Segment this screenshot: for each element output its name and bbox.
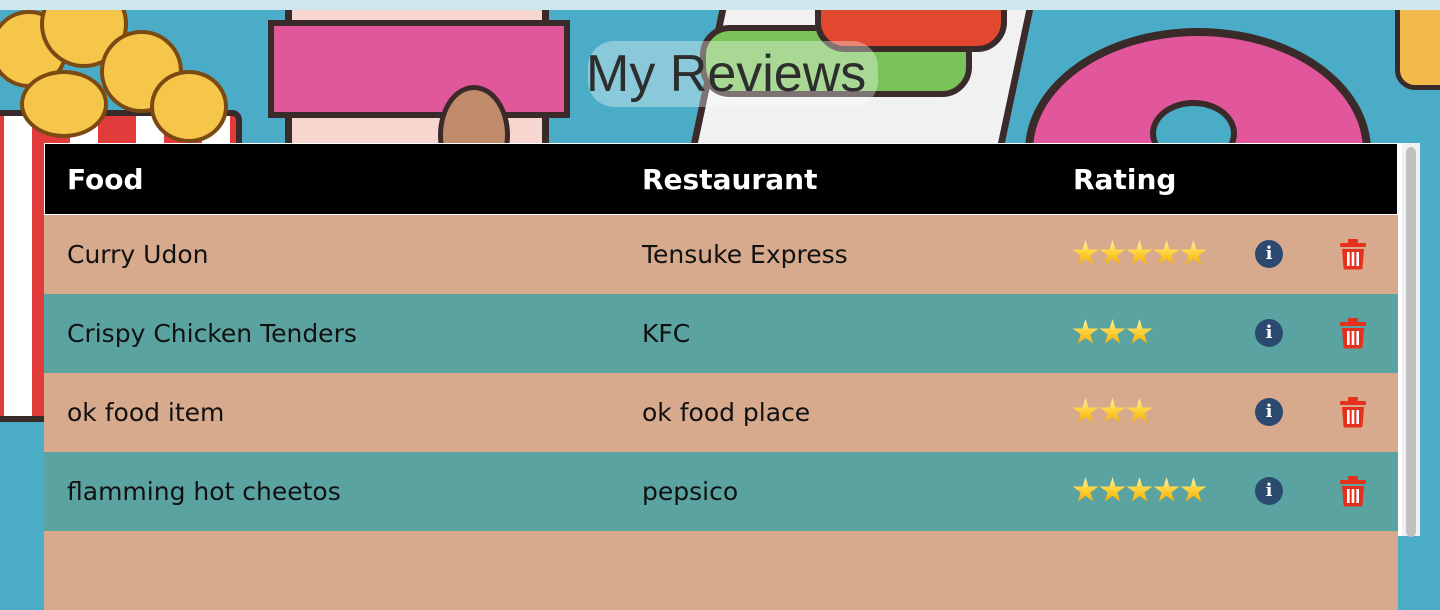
info-circle-icon: i [1265, 322, 1273, 343]
popcorn-illustration [150, 70, 228, 143]
column-header-rating: Rating [1073, 163, 1177, 196]
fries-illustration [1395, 0, 1440, 90]
page-title: My Reviews [586, 45, 867, 103]
trash-icon [1340, 239, 1366, 270]
restaurant-cell: KFC [642, 319, 691, 348]
drink-cup-band-illustration [268, 20, 570, 118]
info-button[interactable]: i [1255, 240, 1283, 268]
table-row: ok food item ok food place i [44, 373, 1398, 452]
food-cell: ok food item [67, 398, 225, 427]
restaurant-cell: ok food place [642, 398, 811, 427]
reviews-table: Food Restaurant Rating Curry Udon Tensuk… [44, 143, 1420, 610]
food-cell: Curry Udon [67, 240, 209, 269]
star-icon [1072, 319, 1099, 344]
delete-button[interactable] [1338, 317, 1368, 349]
column-header-food: Food [67, 163, 144, 196]
info-circle-icon: i [1265, 243, 1273, 264]
table-row-partial [44, 531, 1398, 610]
restaurant-cell: Tensuke Express [642, 240, 848, 269]
rating-stars [1072, 477, 1207, 507]
star-icon [1099, 319, 1126, 344]
top-bar [0, 0, 1440, 10]
column-header-restaurant: Restaurant [642, 163, 818, 196]
star-icon [1153, 477, 1180, 502]
star-icon [1072, 477, 1099, 502]
food-cell: flamming hot cheetos [67, 477, 341, 506]
star-icon [1099, 477, 1126, 502]
star-icon [1072, 240, 1099, 265]
star-icon [1099, 398, 1126, 423]
table-row: Crispy Chicken Tenders KFC i [44, 294, 1398, 373]
info-button[interactable]: i [1255, 319, 1283, 347]
food-cell: Crispy Chicken Tenders [67, 319, 357, 348]
rating-stars [1072, 319, 1153, 349]
info-circle-icon: i [1265, 401, 1273, 422]
delete-button[interactable] [1338, 396, 1368, 428]
rating-stars [1072, 240, 1207, 270]
trash-icon [1340, 476, 1366, 507]
reviews-table-body: Food Restaurant Rating Curry Udon Tensuk… [44, 143, 1398, 610]
info-button[interactable]: i [1255, 398, 1283, 426]
star-icon [1153, 240, 1180, 265]
star-icon [1126, 398, 1153, 423]
table-scrollbar[interactable] [1402, 143, 1420, 537]
restaurant-cell: pepsico [642, 477, 739, 506]
table-row: Curry Udon Tensuke Express i [44, 215, 1398, 294]
trash-icon [1340, 397, 1366, 428]
star-icon [1126, 319, 1153, 344]
star-icon [1180, 240, 1207, 265]
star-icon [1180, 477, 1207, 502]
info-circle-icon: i [1265, 480, 1273, 501]
star-icon [1072, 398, 1099, 423]
star-icon [1099, 240, 1126, 265]
scrollbar-thumb[interactable] [1406, 147, 1416, 537]
delete-button[interactable] [1338, 238, 1368, 270]
trash-icon [1340, 318, 1366, 349]
popcorn-illustration [20, 70, 108, 138]
table-row: flamming hot cheetos pepsico i [44, 452, 1398, 531]
info-button[interactable]: i [1255, 477, 1283, 505]
star-icon [1126, 240, 1153, 265]
table-header: Food Restaurant Rating [44, 143, 1398, 215]
star-icon [1126, 477, 1153, 502]
rating-stars [1072, 398, 1153, 428]
delete-button[interactable] [1338, 475, 1368, 507]
